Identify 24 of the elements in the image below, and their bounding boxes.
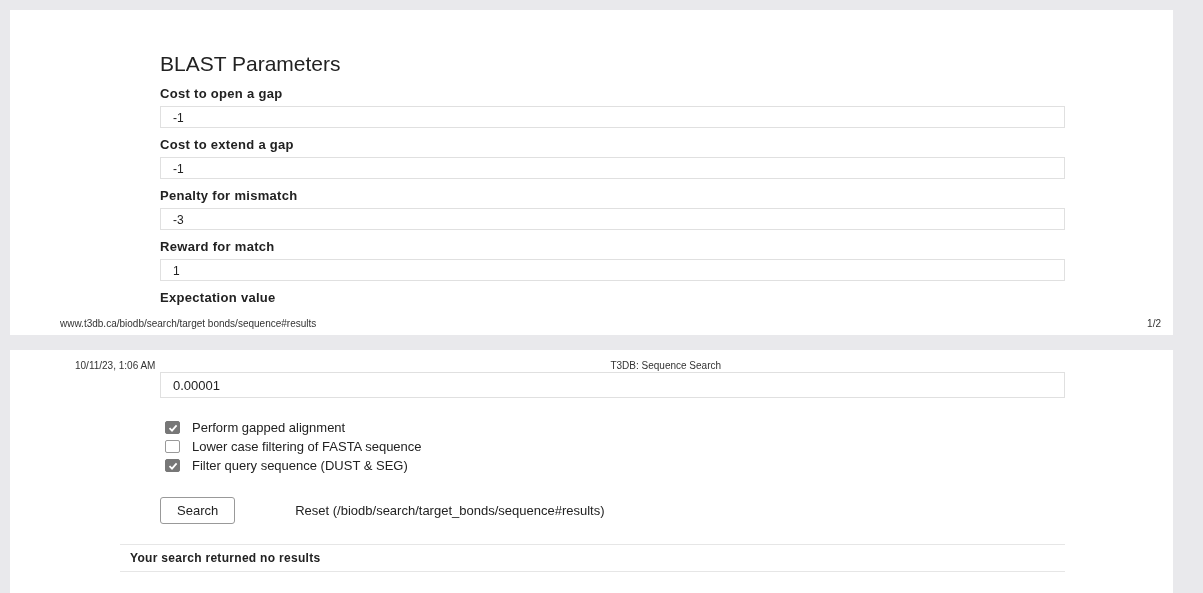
input-field[interactable]: -1 xyxy=(160,106,1065,128)
section-heading: BLAST Parameters xyxy=(160,52,342,76)
field-label: Cost to extend a gap xyxy=(160,136,295,154)
checkbox-label: Perform gapped alignment xyxy=(192,420,346,435)
checkbox[interactable] xyxy=(165,440,180,453)
checkbox[interactable] xyxy=(165,421,180,434)
field-label: Penalty for mismatch xyxy=(160,187,299,205)
page-title: T3DB: Sequence Search xyxy=(610,360,722,371)
input-field[interactable]: 0.00001 xyxy=(160,372,1065,398)
reset-link[interactable]: Reset (/biodb/search/target_bonds/sequence#results) xyxy=(295,503,605,518)
page-number: 1/2 xyxy=(1147,318,1161,329)
page-url: www.t3db.ca/biodb/search/target bonds/sequence#results xyxy=(60,318,317,329)
input-field[interactable]: -3 xyxy=(160,208,1065,230)
print-date: 10/11/23, 1:06 AM xyxy=(75,360,156,371)
field-label: Expectation value xyxy=(160,289,277,307)
search-button[interactable]: Search xyxy=(160,497,236,524)
results-message: Your search returned no results xyxy=(120,544,1065,572)
field-label: Reward for match xyxy=(160,238,276,256)
field-label: Cost to open a gap xyxy=(160,85,284,103)
checkbox-label: Lower case filtering of FASTA sequence xyxy=(192,439,422,454)
input-field[interactable]: -1 xyxy=(160,157,1065,179)
checkbox-label: Filter query sequence (DUST & SEG) xyxy=(192,458,408,473)
input-field[interactable]: 1 xyxy=(160,259,1065,281)
checkbox[interactable] xyxy=(165,459,180,472)
